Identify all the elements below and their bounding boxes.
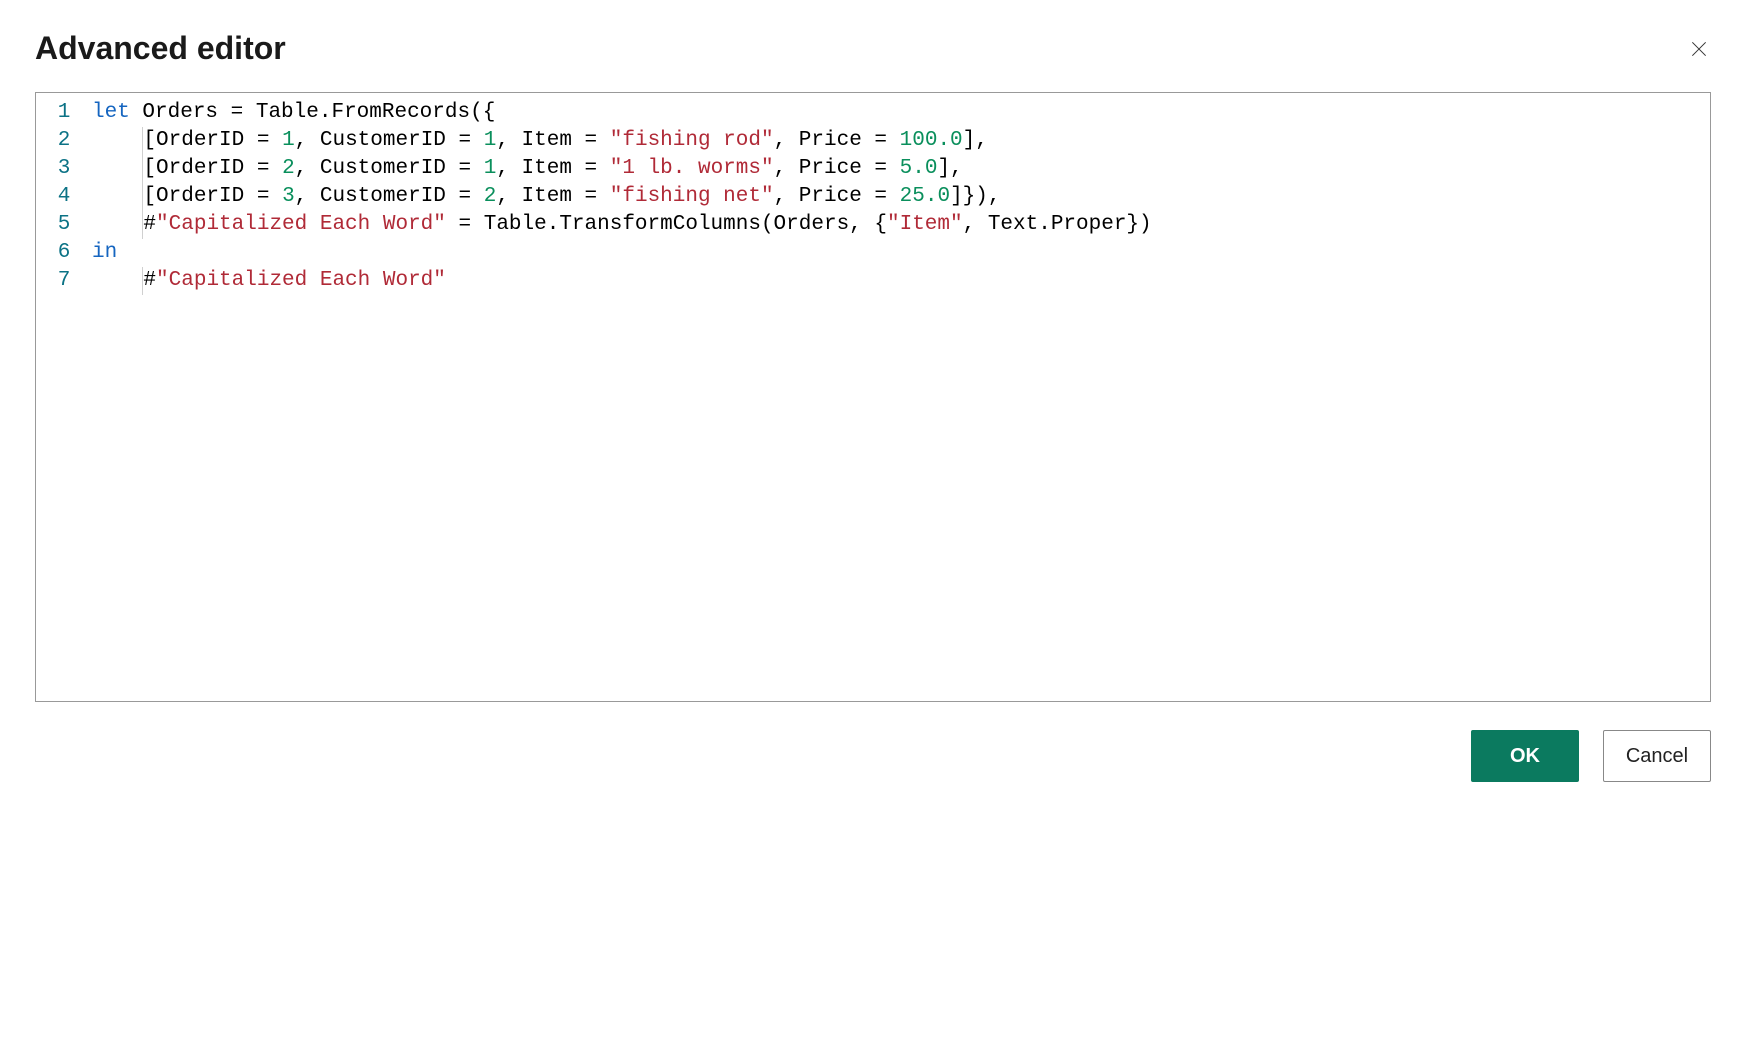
code-line[interactable]: 3 [OrderID = 2, CustomerID = 1, Item = "…	[36, 155, 1710, 183]
code-line[interactable]: 6in	[36, 239, 1710, 267]
code-line[interactable]: 1let Orders = Table.FromRecords({	[36, 99, 1710, 127]
dialog-footer: OK Cancel	[35, 730, 1711, 782]
line-number: 5	[36, 211, 92, 239]
code-content[interactable]: in	[92, 239, 117, 267]
dialog-title: Advanced editor	[35, 30, 286, 67]
code-editor[interactable]: 1let Orders = Table.FromRecords({2 [Orde…	[35, 92, 1711, 702]
line-number: 4	[36, 183, 92, 211]
code-content[interactable]: [OrderID = 3, CustomerID = 2, Item = "fi…	[143, 183, 1000, 211]
ok-button[interactable]: OK	[1471, 730, 1579, 782]
code-line[interactable]: 5 #"Capitalized Each Word" = Table.Trans…	[36, 211, 1710, 239]
line-number: 1	[36, 99, 92, 127]
line-number: 7	[36, 267, 92, 295]
line-number: 3	[36, 155, 92, 183]
close-button[interactable]	[1687, 37, 1711, 61]
dialog-header: Advanced editor	[35, 30, 1711, 67]
code-line[interactable]: 4 [OrderID = 3, CustomerID = 2, Item = "…	[36, 183, 1710, 211]
line-number: 6	[36, 239, 92, 267]
code-content[interactable]: [OrderID = 2, CustomerID = 1, Item = "1 …	[143, 155, 962, 183]
cancel-button[interactable]: Cancel	[1603, 730, 1711, 782]
code-line[interactable]: 2 [OrderID = 1, CustomerID = 1, Item = "…	[36, 127, 1710, 155]
line-number: 2	[36, 127, 92, 155]
close-icon	[1689, 39, 1709, 59]
code-content[interactable]: #"Capitalized Each Word" = Table.Transfo…	[143, 211, 1151, 239]
code-content[interactable]: let Orders = Table.FromRecords({	[92, 99, 495, 127]
code-content[interactable]: [OrderID = 1, CustomerID = 1, Item = "fi…	[143, 127, 987, 155]
code-line[interactable]: 7 #"Capitalized Each Word"	[36, 267, 1710, 295]
code-content[interactable]: #"Capitalized Each Word"	[143, 267, 445, 295]
